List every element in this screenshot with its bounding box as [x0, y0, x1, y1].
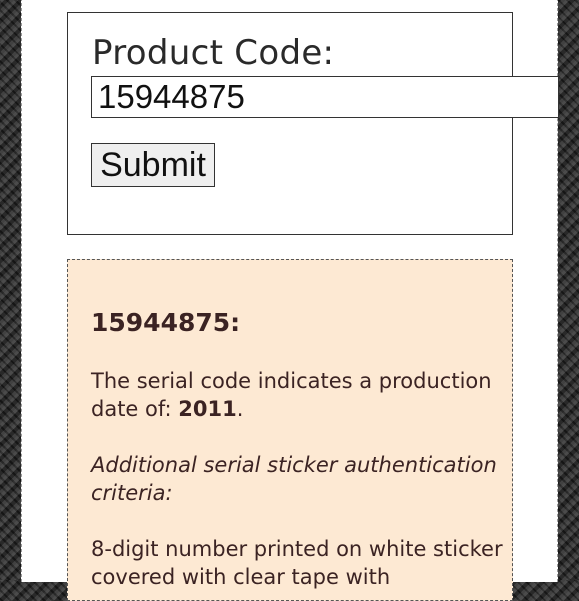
submit-button[interactable]: Submit [91, 143, 215, 187]
product-code-form: Product Code: 15944875 Submit [67, 12, 559, 235]
production-date-prefix: The serial code indicates a production d… [91, 369, 492, 421]
authentication-criteria-heading: Additional serial sticker authentication… [91, 453, 497, 505]
result-code-heading: 15944875: [91, 308, 241, 337]
production-date-text: The serial code indicates a production d… [91, 367, 501, 423]
production-date-suffix: . [236, 397, 244, 421]
page-column: Product Code: 15944875 Submit 15944875: … [21, 0, 559, 601]
product-code-label: Product Code: [92, 33, 335, 73]
authentication-criteria-details: 8-digit number printed on white sticker … [91, 537, 503, 589]
product-code-input[interactable]: 15944875 [91, 76, 559, 118]
result-panel: 15944875: The serial code indicates a pr… [67, 259, 513, 601]
production-year: 2011 [178, 397, 237, 421]
